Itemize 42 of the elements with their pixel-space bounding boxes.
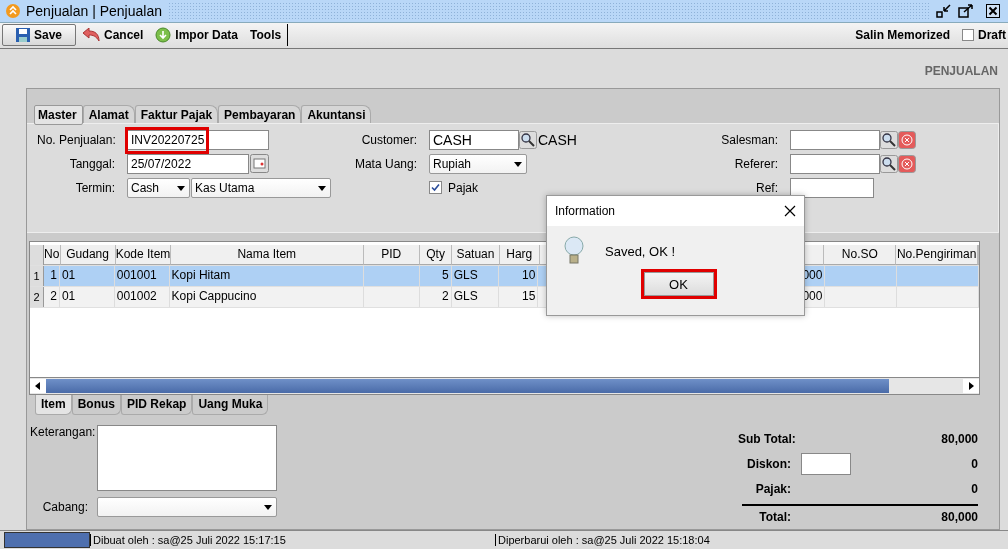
total-label: Total: [758,509,791,524]
tax-label: Pajak [448,180,479,195]
table-cell: 2 [43,286,60,307]
dialog-title: Information [555,204,616,218]
table-cell: 10 [498,265,539,286]
draft-label: Draft [978,28,1006,43]
row-number: 1 [30,265,44,286]
table-cell: 2 [419,286,452,307]
field-label: Ref: [755,180,778,195]
dialog-message: Saved, OK ! [605,243,676,259]
field-label: Mata Uang: [353,156,417,171]
field-label: Referer: [733,156,778,171]
field-label: No. Penjualan: [37,132,115,147]
total-label: Pajak: [754,481,791,496]
table-cell: Kopi Cappucino [169,286,364,307]
total-label: Diskon: [746,456,791,471]
field-label: Salesman: [720,132,778,147]
field-label: Termin: [74,180,115,195]
field-label: Customer: [360,132,417,147]
table-cell: 001002 [114,286,170,307]
created-by-text: Dibuat oleh : sa@25 Juli 2022 15:17:15 [90,533,495,546]
total-value: 80,000 [940,431,978,446]
table-cell: 001001 [114,265,170,286]
table-cell: 5 [419,265,452,286]
table-cell: 1 [43,265,60,286]
total-value: 80,000 [940,509,978,524]
branch-label: Cabang: [41,498,88,516]
field-label: Tanggal: [68,156,115,171]
total-value: 0 [970,481,978,496]
customer-name: CASH [538,131,577,148]
notes-label: Keterangan: [30,424,97,441]
table-cell: GLS [451,265,499,286]
window-title: Penjualan | Penjualan [26,3,162,20]
updated-by-text: Diperbarui oleh : sa@25 Juli 2022 15:18:04 [495,533,900,546]
table-cell: GLS [451,286,499,307]
page-heading: PENJUALAN [924,64,999,79]
total-value: 0 [970,456,978,471]
row-number: 2 [30,286,44,307]
table-cell: 15 [498,286,539,307]
table-cell: 01 [59,265,115,286]
table-cell: Kopi Hitam [169,265,364,286]
table-cell: 01 [59,286,115,307]
